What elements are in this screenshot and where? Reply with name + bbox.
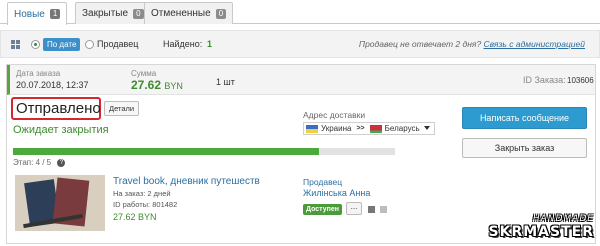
sort-date-radio[interactable] xyxy=(31,40,40,49)
found-label: Найдено: xyxy=(163,39,203,49)
watermark-line2: SKRMASTER xyxy=(488,224,594,240)
tab-cancelled[interactable]: Отмененные 0 xyxy=(144,2,234,24)
order-quantity: 1 шт xyxy=(216,77,235,87)
order-stage: Этап: 4 / 5 ? xyxy=(13,158,66,167)
order-sum-label: Сумма xyxy=(131,69,157,78)
square-icon[interactable] xyxy=(368,206,375,213)
details-button[interactable]: Детали xyxy=(104,101,140,116)
tab-cancelled-label: Отмененные xyxy=(151,8,211,19)
product-work-id: ID работы: 801482 xyxy=(113,200,178,209)
order-sum: 27.62 BYN xyxy=(131,78,183,92)
tab-new-count: 1 xyxy=(49,9,61,19)
order-sum-value: 27.62 xyxy=(131,78,162,92)
order-progress-bar xyxy=(13,148,395,155)
orders-page: Новые 1 Закрытые 0 Отмененные 0 По дате … xyxy=(0,0,600,246)
order-date-value: 20.07.2018, 12:37 xyxy=(16,80,89,90)
contact-admin-link[interactable]: Связь с администрацией xyxy=(484,39,585,49)
found-count: 1 xyxy=(207,39,213,49)
tab-closed[interactable]: Закрытые 0 xyxy=(75,2,151,24)
tab-new[interactable]: Новые 1 xyxy=(7,2,68,25)
order-id-label: ID Заказа: xyxy=(523,75,566,85)
belarus-flag-icon xyxy=(369,124,382,133)
chevron-down-icon xyxy=(424,126,430,130)
tab-cancelled-count: 0 xyxy=(215,8,227,19)
order-date-label: Дата заказа xyxy=(16,69,61,78)
sort-date-label[interactable]: По дате xyxy=(43,38,81,51)
note-text: Продавец не отвечает 2 дня? xyxy=(358,39,482,49)
seller-not-responding-note: Продавец не отвечает 2 дня? Связь с адми… xyxy=(359,39,585,49)
stage-label: Этап: xyxy=(13,158,34,167)
write-message-button[interactable]: Написать сообщение xyxy=(462,107,587,129)
sort-seller-label[interactable]: Продавец xyxy=(97,39,138,49)
grid-view-icon[interactable] xyxy=(11,40,20,49)
watermark-line1: HANDMADE xyxy=(532,214,594,224)
product-price: 27.62 BYN xyxy=(113,212,157,222)
tab-closed-count: 0 xyxy=(133,8,144,19)
tab-closed-label: Закрытые xyxy=(82,8,129,19)
delivery-address-label: Адрес доставки xyxy=(303,110,366,120)
order-tabs: Новые 1 Закрытые 0 Отмененные 0 xyxy=(0,0,600,25)
product-thumbnail[interactable] xyxy=(15,175,105,231)
sort-seller-radio[interactable] xyxy=(85,40,94,49)
to-country: Беларусь xyxy=(384,124,420,133)
route-arrows: >> xyxy=(356,125,365,132)
order-id-value: 103606 xyxy=(567,76,594,85)
square-icon[interactable] xyxy=(380,206,387,213)
product-title-link[interactable]: Travel book, дневник путешеств xyxy=(113,176,260,187)
product-order-time: На заказ: 2 дней xyxy=(113,189,171,198)
delivery-route-select[interactable]: Украина >> Беларусь xyxy=(303,122,435,135)
help-icon[interactable]: ? xyxy=(57,158,66,167)
filter-bar: По дате Продавец Найдено: 1 Продавец не … xyxy=(0,30,600,58)
watermark-logo: HANDMADE SKRMASTER xyxy=(489,214,594,240)
order-progress-fill xyxy=(13,148,319,155)
more-options-button[interactable]: ... xyxy=(346,202,362,215)
order-sum-currency: BYN xyxy=(164,81,183,91)
stage-value: 4 / 5 xyxy=(35,158,52,167)
order-status: Отправлено xyxy=(11,97,101,120)
tab-new-label: Новые xyxy=(14,8,45,20)
availability-badge: Доступен xyxy=(303,204,342,215)
close-order-button[interactable]: Закрыть заказ xyxy=(462,138,587,158)
seller-name-link[interactable]: Жилінська Анна xyxy=(303,188,370,198)
ukraine-flag-icon xyxy=(306,124,318,133)
waiting-status: Ожидает закрытия xyxy=(13,124,109,136)
order-header: Дата заказа 20.07.2018, 12:37 Сумма 27.6… xyxy=(7,65,595,95)
seller-label: Продавец xyxy=(303,177,343,187)
from-country: Украина xyxy=(321,124,352,133)
